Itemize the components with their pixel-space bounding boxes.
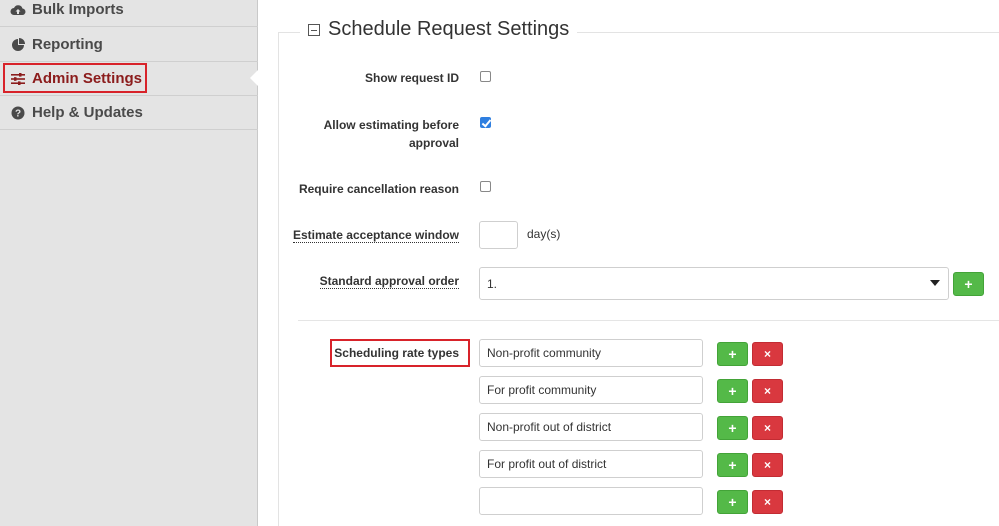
show-request-id-label: Show request ID [364,71,459,85]
approval-order-value: 1. [487,276,498,291]
add-approver-button[interactable]: + [953,272,984,296]
sidebar-item-admin-settings[interactable]: Admin Settings [0,62,258,96]
add-rate-type-button[interactable]: + [717,453,748,477]
remove-rate-type-button[interactable]: × [752,490,783,514]
add-rate-type-button[interactable]: + [717,379,748,403]
chevron-down-icon [930,280,940,286]
sidebar-item-label: Help & Updates [32,104,143,121]
remove-rate-type-button[interactable]: × [752,416,783,440]
rate-type-input[interactable]: Non-profit community [479,339,703,367]
add-rate-type-button[interactable]: + [717,490,748,514]
rate-type-input[interactable] [479,487,703,515]
cloud-upload-icon [10,2,26,18]
add-rate-type-button[interactable]: + [717,416,748,440]
require-cancellation-checkbox[interactable] [480,181,491,192]
sidebar-item-label: Reporting [32,36,103,53]
pie-chart-icon [10,37,26,53]
show-request-id-checkbox[interactable] [480,71,491,82]
approval-order-label: Standard approval order [319,274,459,289]
estimate-window-input[interactable] [479,221,518,249]
estimate-window-label: Estimate acceptance window [292,228,459,243]
allow-estimating-label: Allow estimating before approval [323,118,459,150]
question-circle-icon: ? [10,105,26,121]
sidebar-item-reporting[interactable]: Reporting [0,28,258,62]
remove-rate-type-button[interactable]: × [752,453,783,477]
section-header[interactable]: Schedule Request Settings [300,18,578,41]
rate-type-input[interactable]: For profit community [479,376,703,404]
rate-types-label: Scheduling rate types [334,346,459,360]
highlight-box [3,63,147,93]
divider [298,320,999,321]
sidebar-item-help-updates[interactable]: ? Help & Updates [0,96,258,130]
collapse-icon[interactable] [308,23,320,36]
require-cancellation-label: Require cancellation reason [298,182,459,196]
rate-type-input[interactable]: Non-profit out of district [479,413,703,441]
add-rate-type-button[interactable]: + [717,342,748,366]
sidebar-item-label: Bulk Imports [32,1,124,18]
rate-type-input[interactable]: For profit out of district [479,450,703,478]
sidebar: Bulk Imports Reporting Admin Settings ? … [0,0,258,526]
days-unit-label: day(s) [527,227,561,241]
allow-estimating-checkbox[interactable] [480,117,491,128]
section-title: Schedule Request Settings [328,18,570,40]
svg-text:?: ? [15,108,21,119]
approval-order-select[interactable]: 1. [479,267,949,300]
active-indicator [250,70,258,86]
sidebar-item-bulk-imports[interactable]: Bulk Imports [0,0,258,27]
remove-rate-type-button[interactable]: × [752,342,783,366]
remove-rate-type-button[interactable]: × [752,379,783,403]
